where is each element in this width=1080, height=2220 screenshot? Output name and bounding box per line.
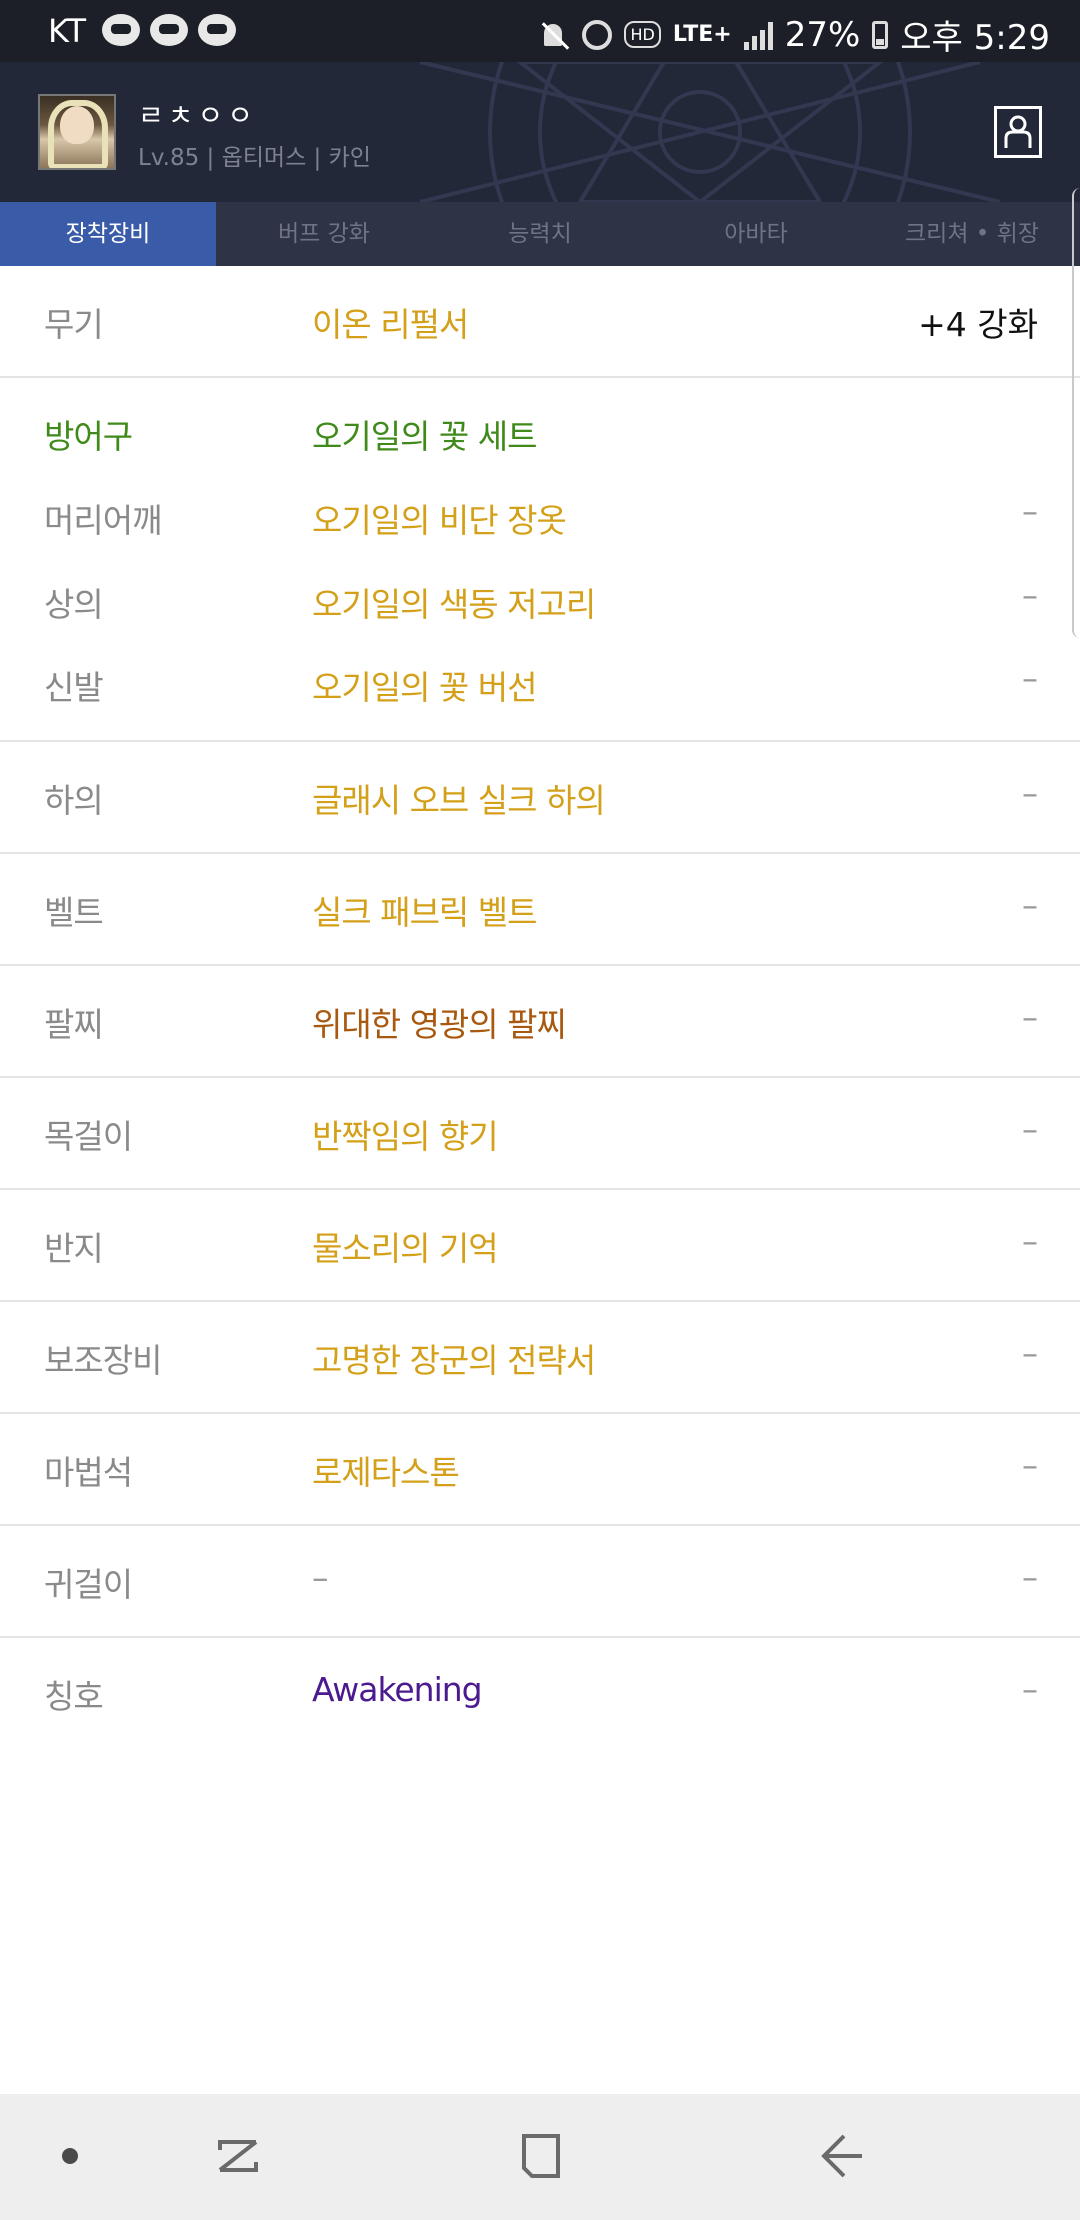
slot-label: 보조장비 xyxy=(44,1341,162,1380)
slot-label: 신발 xyxy=(44,668,104,707)
item-name: 고명한 장군의 전략서 xyxy=(312,1341,596,1380)
system-nav-bar xyxy=(0,2094,1080,2220)
mute-icon xyxy=(540,20,570,50)
character-avatar[interactable] xyxy=(38,94,116,170)
tab-buff-enhance[interactable]: 버프 강화 xyxy=(216,202,432,266)
item-detail: – xyxy=(1022,1334,1038,1372)
character-name: ㄹㅊㅇㅇ xyxy=(138,99,258,132)
equipment-row-title[interactable]: 칭호 Awakening – xyxy=(0,1638,1080,1750)
item-name: 글래시 오브 실크 하의 xyxy=(312,781,606,820)
status-bar: KT HD LTE+ 27% 오후 5:29 xyxy=(0,0,1080,62)
slot-label: 팔찌 xyxy=(44,1005,104,1044)
alarm-icon xyxy=(582,19,613,50)
equipment-row-armor-group: 방어구 오기일의 꽃 세트 머리어깨 오기일의 비단 장옷 – 상의 오기일의 … xyxy=(0,378,1080,742)
equipment-row-ring[interactable]: 반지 물소리의 기억 – xyxy=(0,1190,1080,1302)
battery-icon xyxy=(872,20,889,49)
item-detail: – xyxy=(1022,1558,1038,1596)
item-detail: – xyxy=(1022,1446,1038,1484)
equipment-row-magic-stone[interactable]: 마법석 로제타스톤 – xyxy=(0,1414,1080,1526)
slot-label: 귀걸이 xyxy=(44,1565,133,1604)
item-name[interactable]: 오기일의 색동 저고리 xyxy=(312,578,596,626)
item-detail: – xyxy=(1022,492,1038,530)
item-detail: – xyxy=(1022,659,1038,697)
character-info: Lv.85 | 옵티머스 | 카인 xyxy=(138,145,371,171)
equipment-row-necklace[interactable]: 목걸이 반짝임의 향기 – xyxy=(0,1078,1080,1190)
armor-slot-label: 방어구 xyxy=(44,417,133,456)
item-name: 로제타스톤 xyxy=(312,1453,460,1492)
item-name: 실크 패브릭 벨트 xyxy=(312,893,537,932)
item-detail: – xyxy=(1022,774,1038,812)
slot-label: 마법석 xyxy=(44,1453,133,1492)
equipment-row-pants[interactable]: 하의 글래시 오브 실크 하의 – xyxy=(0,742,1080,854)
item-detail: – xyxy=(1022,576,1038,614)
carrier-label: KT xyxy=(48,12,87,50)
equipment-list: 무기 이온 리펄서 +4 강화 방어구 오기일의 꽃 세트 머리어깨 오기일의 … xyxy=(0,266,1080,1750)
item-detail: – xyxy=(1022,998,1038,1036)
slot-label: 벨트 xyxy=(44,893,104,932)
tab-avatar[interactable]: 아바타 xyxy=(648,202,864,266)
item-name: 반짝임의 향기 xyxy=(312,1117,499,1156)
scroll-indicator[interactable] xyxy=(1072,188,1080,638)
slot-label: 무기 xyxy=(44,305,104,344)
equipment-row-subequipment[interactable]: 보조장비 고명한 장군의 전략서 – xyxy=(0,1302,1080,1414)
game-controller-icon xyxy=(102,14,140,46)
back-icon[interactable] xyxy=(814,2128,870,2184)
item-name: 이온 리펄서 xyxy=(312,305,469,344)
armor-set-name[interactable]: 오기일의 꽃 세트 xyxy=(312,410,537,458)
battery-percent: 27% xyxy=(784,14,861,55)
item-detail: – xyxy=(1022,1670,1038,1708)
app-notification-icon xyxy=(198,14,236,46)
equipment-row-bracelet[interactable]: 팔찌 위대한 영광의 팔찌 – xyxy=(0,966,1080,1078)
item-name[interactable]: 오기일의 꽃 버선 xyxy=(312,661,537,709)
enhance-level: +4 강화 xyxy=(918,305,1038,344)
item-detail: – xyxy=(1022,1222,1038,1260)
tab-stats[interactable]: 능력치 xyxy=(432,202,648,266)
slot-label: 목걸이 xyxy=(44,1117,133,1156)
home-icon[interactable] xyxy=(512,2128,568,2184)
lte-icon: LTE+ xyxy=(672,22,732,47)
clock: 오후 5:29 xyxy=(900,18,1050,58)
item-name: Awakening xyxy=(312,1670,483,1709)
tab-equipment[interactable]: 장착장비 xyxy=(0,202,216,266)
slot-label: 머리어깨 xyxy=(44,501,162,540)
dot-icon[interactable] xyxy=(62,2148,78,2164)
slot-label: 반지 xyxy=(44,1229,104,1268)
tab-creature-emblem[interactable]: 크리쳐 • 휘장 xyxy=(864,202,1080,266)
equipment-row-belt[interactable]: 벨트 실크 패브릭 벨트 – xyxy=(0,854,1080,966)
equipment-row-weapon[interactable]: 무기 이온 리펄서 +4 강화 xyxy=(0,266,1080,378)
slot-label: 하의 xyxy=(44,781,104,820)
item-name: 위대한 영광의 팔찌 xyxy=(312,1005,567,1044)
slot-label: 칭호 xyxy=(44,1677,104,1716)
signal-icon xyxy=(743,20,773,50)
equipment-row-earring[interactable]: 귀걸이 – – xyxy=(0,1526,1080,1638)
tab-bar: 장착장비 버프 강화 능력치 아바타 크리쳐 • 휘장 xyxy=(0,202,1080,266)
app-notification-icon xyxy=(150,14,188,46)
hd-icon: HD xyxy=(624,21,661,48)
profile-button[interactable] xyxy=(994,106,1042,158)
item-name: – xyxy=(312,1558,328,1597)
item-name: 물소리의 기억 xyxy=(312,1229,499,1268)
status-indicators: HD LTE+ 27% 오후 5:29 xyxy=(540,10,1050,59)
item-detail: – xyxy=(1022,1110,1038,1148)
recent-apps-icon[interactable] xyxy=(210,2128,266,2184)
item-detail: – xyxy=(1022,886,1038,924)
item-name[interactable]: 오기일의 비단 장옷 xyxy=(312,494,567,542)
character-header: ㄹㅊㅇㅇ Lv.85 | 옵티머스 | 카인 xyxy=(0,62,1080,202)
person-icon xyxy=(1004,115,1032,148)
notification-icons xyxy=(102,14,236,46)
slot-label: 상의 xyxy=(44,585,104,624)
